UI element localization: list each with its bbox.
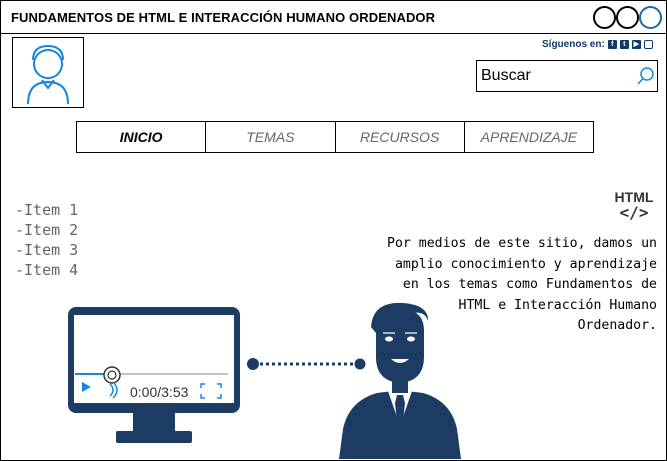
search-box[interactable]	[476, 60, 658, 92]
list-item[interactable]: -Item 1	[15, 200, 78, 220]
window-title: FUNDAMENTOS DE HTML E INTERACCIÓN HUMANO…	[11, 10, 436, 25]
wireframe-window: FUNDAMENTOS DE HTML E INTERACCIÓN HUMANO…	[0, 0, 667, 461]
title-bar: FUNDAMENTOS DE HTML E INTERACCIÓN HUMANO…	[1, 1, 666, 34]
main-nav: INICIO TEMAS RECURSOS APRENDIZAJE	[76, 121, 594, 153]
person-illustration	[339, 302, 461, 459]
social-label: Síguenos en:	[542, 39, 605, 50]
play-icon[interactable]	[82, 382, 91, 392]
user-icon	[27, 44, 69, 105]
tab-temas[interactable]: TEMAS	[206, 122, 336, 152]
list-item[interactable]: -Item 4	[15, 260, 78, 280]
instagram-icon[interactable]	[643, 40, 653, 49]
window-button-1[interactable]	[593, 6, 616, 29]
window-button-3[interactable]	[639, 6, 662, 29]
list-item[interactable]: -Item 3	[15, 240, 78, 260]
html-logo: HTML </>	[607, 190, 661, 222]
twitter-icon[interactable]: t	[619, 40, 629, 49]
list-item[interactable]: -Item 2	[15, 220, 78, 240]
window-button-2[interactable]	[616, 6, 639, 29]
avatar[interactable]	[12, 37, 84, 108]
tab-inicio[interactable]: INICIO	[77, 122, 207, 152]
search-input[interactable]	[481, 65, 631, 87]
search-icon[interactable]	[635, 65, 655, 87]
video-time: 0:00/3:53	[130, 384, 189, 400]
video-controls	[75, 373, 228, 375]
code-icon: </>	[619, 203, 649, 222]
video-monitor: 0:00/3:53	[68, 307, 243, 447]
youtube-icon[interactable]: ▶	[631, 40, 641, 49]
tab-aprendizaje[interactable]: APRENDIZAJE	[465, 122, 593, 152]
volume-icon[interactable]	[108, 381, 122, 399]
tab-recursos[interactable]: RECURSOS	[336, 122, 465, 152]
social-links: Síguenos en: f t ▶	[542, 39, 653, 50]
item-list: -Item 1 -Item 2 -Item 3 -Item 4	[15, 200, 78, 280]
fullscreen-icon[interactable]	[200, 383, 222, 399]
facebook-icon[interactable]: f	[607, 40, 617, 49]
